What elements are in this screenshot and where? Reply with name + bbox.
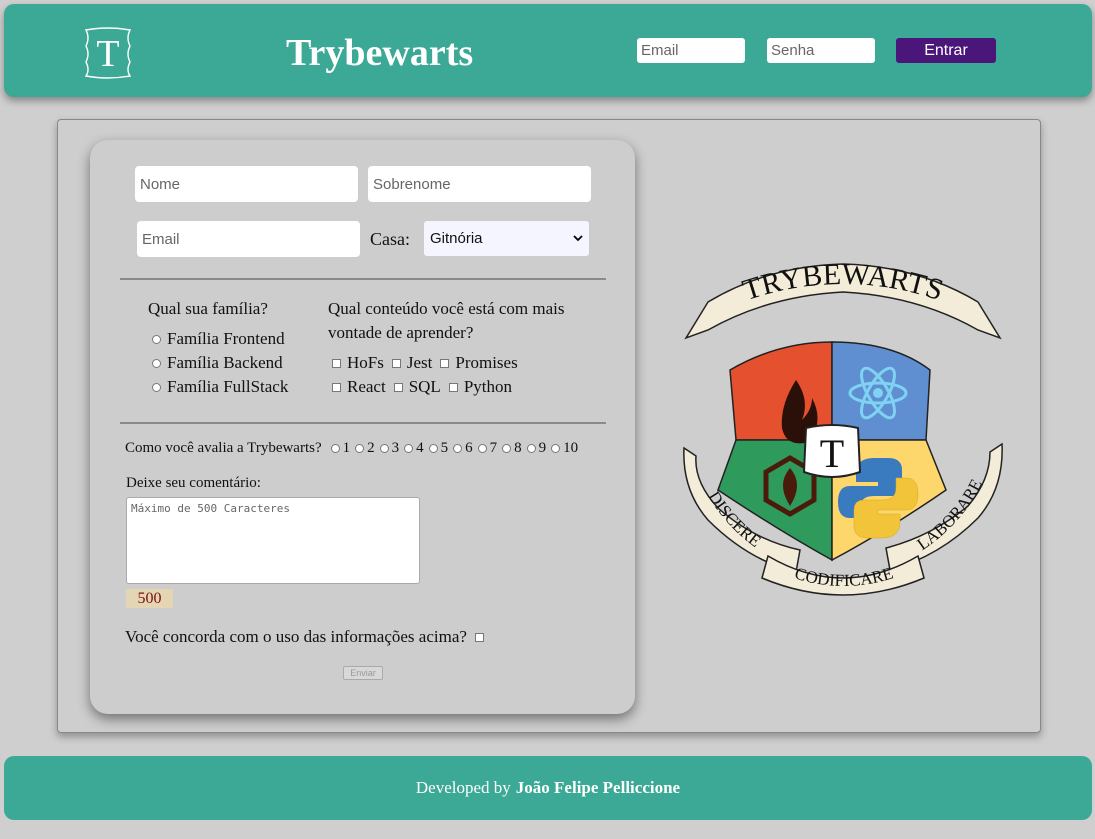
radio-icon[interactable]	[404, 444, 414, 453]
login-password-input[interactable]	[767, 38, 875, 63]
family-option-frontend[interactable]: Família Frontend	[152, 329, 285, 349]
site-header: T Trybewarts Entrar	[4, 4, 1092, 97]
radio-icon[interactable]	[428, 444, 438, 453]
radio-icon[interactable]	[355, 444, 365, 453]
divider	[120, 278, 606, 280]
radio-icon[interactable]	[477, 444, 487, 453]
rating-option-label: 2	[367, 440, 375, 456]
footer-author: João Felipe Pelliccione	[515, 778, 681, 797]
content-option-promises[interactable]: Promises	[440, 353, 518, 373]
radio-icon[interactable]	[502, 444, 512, 453]
content-option-label: SQL	[408, 377, 441, 396]
checkbox-icon[interactable]	[391, 358, 401, 368]
radio-icon[interactable]	[152, 382, 161, 392]
family-question: Qual sua família?	[148, 299, 268, 318]
divider	[120, 422, 606, 424]
agreement-checkbox[interactable]	[474, 632, 484, 642]
checkbox-icon[interactable]	[393, 382, 403, 392]
checkbox-icon[interactable]	[448, 382, 458, 392]
checkbox-icon[interactable]	[440, 358, 450, 368]
rating-option-7[interactable]: 7	[477, 440, 498, 457]
trybewarts-logo: T	[84, 27, 132, 79]
site-title: Trybewarts	[286, 32, 474, 74]
chevron-down-icon	[573, 235, 583, 242]
rating-option-3[interactable]: 3	[379, 440, 400, 457]
rating-option-1[interactable]: 1	[330, 440, 351, 457]
rating-option-label: 10	[563, 440, 579, 456]
agreement-row[interactable]: Você concorda com o uso das informações …	[125, 627, 484, 647]
rating-option-label: 7	[489, 440, 498, 456]
radio-icon[interactable]	[379, 444, 389, 453]
evaluation-form: Casa: Gitnória Qual sua família? Família…	[90, 140, 635, 714]
rating-option-6[interactable]: 6	[453, 440, 473, 457]
rating-option-label: 8	[514, 440, 522, 456]
rating-option-label: 6	[465, 440, 473, 456]
crest-top-banner-text: TRYBEWARTS	[739, 260, 948, 307]
content-option-hofs[interactable]: HoFs	[332, 353, 384, 373]
submit-button[interactable]: Enviar	[343, 666, 383, 680]
logo-letter: T	[96, 33, 119, 75]
comment-textarea[interactable]: Máximo de 500 Caracteres	[126, 497, 420, 584]
content-option-label: Jest	[406, 353, 433, 372]
crest-center-letter: T	[820, 431, 844, 476]
rating-option-8[interactable]: 8	[502, 440, 522, 457]
content-option-label: HoFs	[347, 353, 384, 372]
comment-label: Deixe seu comentário:	[126, 475, 261, 491]
checkbox-icon[interactable]	[332, 358, 341, 368]
rating-option-9[interactable]: 9	[526, 440, 547, 457]
radio-icon[interactable]	[526, 444, 536, 453]
content-option-label: React	[347, 377, 386, 396]
content-row-1: HoFs Jest Promises	[332, 353, 526, 373]
content-option-python[interactable]: Python	[448, 377, 513, 397]
radio-icon[interactable]	[453, 444, 463, 453]
rating-option-label: 4	[416, 440, 424, 456]
login-button[interactable]: Entrar	[896, 38, 996, 63]
family-option-label: Família Backend	[167, 353, 283, 372]
rating-option-4[interactable]: 4	[404, 440, 424, 457]
family-option-label: Família Frontend	[167, 329, 285, 348]
house-selected-value: Gitnória	[430, 230, 483, 247]
rating-question: Como você avalia a Trybewarts?	[125, 440, 322, 456]
first-name-input[interactable]	[135, 166, 358, 202]
rating-row: Como você avalia a Trybewarts? 123456789…	[125, 440, 578, 457]
rating-option-10[interactable]: 10	[551, 440, 578, 457]
last-name-input[interactable]	[368, 166, 591, 202]
trybewarts-crest: TRYBEWARTS T DISCERE LABORARE CODIFICARE	[683, 260, 1003, 596]
content-option-sql[interactable]: SQL	[393, 377, 441, 397]
radio-icon[interactable]	[551, 444, 561, 453]
radio-icon[interactable]	[330, 444, 340, 453]
footer-prefix: Developed by	[415, 778, 511, 797]
content-question: Qual conteúdo você está com mais vontade…	[328, 299, 565, 342]
content-option-label: Python	[463, 377, 513, 396]
rating-option-label: 1	[342, 440, 351, 456]
family-option-fullstack[interactable]: Família FullStack	[152, 377, 288, 397]
email-input[interactable]	[137, 221, 360, 257]
checkbox-icon[interactable]	[332, 382, 341, 392]
site-footer: Developed by João Felipe Pelliccione	[4, 756, 1092, 820]
rating-option-2[interactable]: 2	[355, 440, 375, 457]
agreement-label: Você concorda com o uso das informações …	[125, 627, 467, 646]
rating-option-5[interactable]: 5	[428, 440, 449, 457]
content-row-2: React SQL Python	[332, 377, 520, 397]
comment-placeholder: Máximo de 500 Caracteres	[131, 502, 290, 515]
rating-option-label: 5	[440, 440, 449, 456]
character-counter: 500	[126, 589, 173, 608]
family-option-label: Família FullStack	[167, 377, 289, 396]
radio-icon[interactable]	[152, 358, 161, 368]
content-option-jest[interactable]: Jest	[391, 353, 433, 373]
login-email-input[interactable]	[637, 38, 745, 63]
rating-option-label: 9	[538, 440, 547, 456]
radio-icon[interactable]	[152, 334, 161, 344]
content-option-label: Promises	[455, 353, 518, 372]
main-content: Casa: Gitnória Qual sua família? Família…	[57, 119, 1041, 733]
content-option-react[interactable]: React	[332, 377, 386, 397]
family-option-backend[interactable]: Família Backend	[152, 353, 283, 373]
rating-option-label: 3	[391, 440, 400, 456]
house-label: Casa:	[370, 229, 410, 249]
house-select[interactable]: Gitnória	[423, 220, 590, 257]
